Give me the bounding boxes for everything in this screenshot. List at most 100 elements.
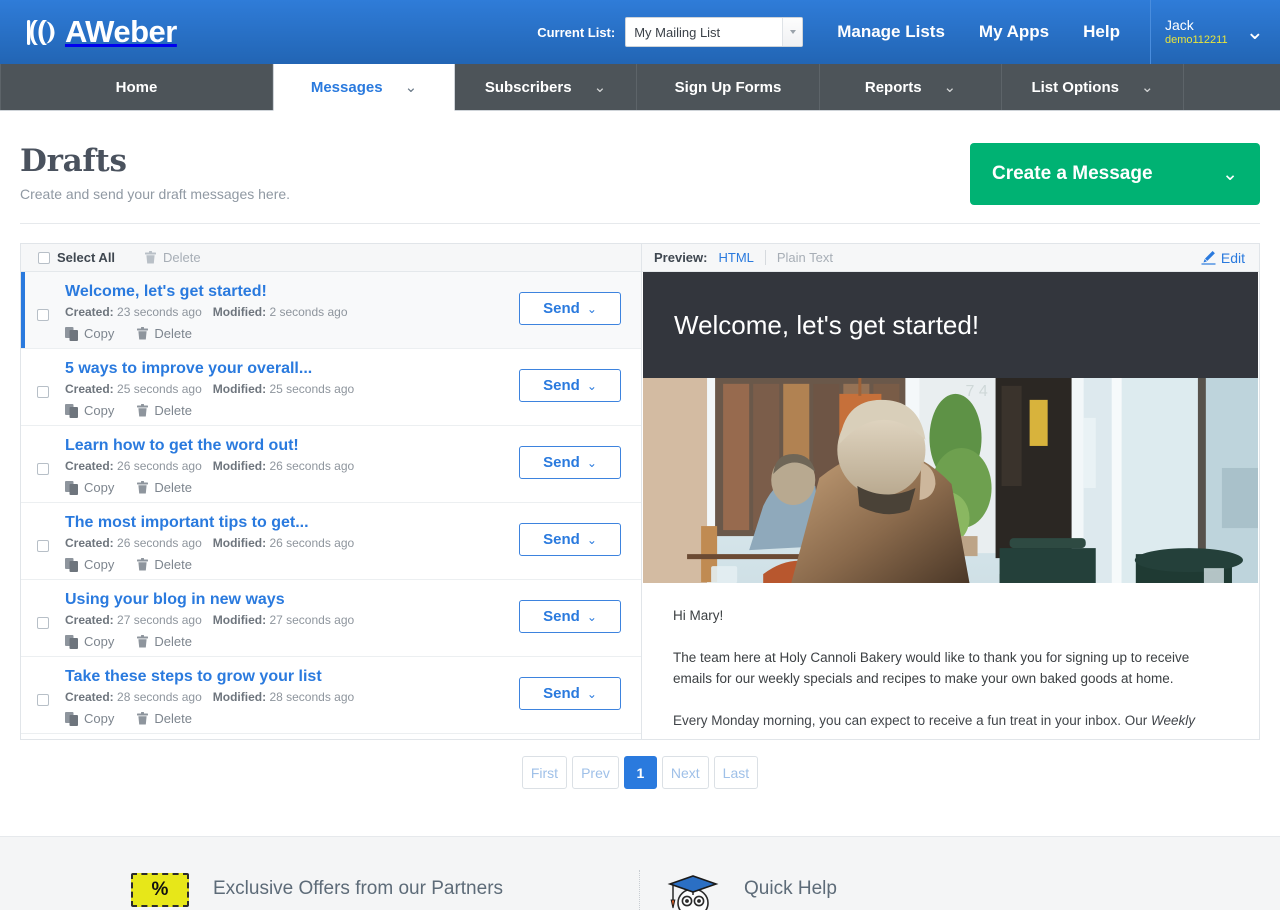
draft-copy-button[interactable]: Copy — [65, 711, 114, 726]
aweber-logo[interactable]: AWeber — [26, 14, 177, 50]
draft-select-checkbox[interactable] — [37, 617, 49, 629]
current-list-select[interactable]: My Mailing List — [625, 17, 804, 47]
page-subtitle: Create and send your draft messages here… — [20, 186, 291, 202]
header-link-manage-lists[interactable]: Manage Lists — [837, 22, 945, 42]
email-paragraph-thanks: The team here at Holy Cannoli Bakery wou… — [673, 650, 1190, 686]
draft-delete-button[interactable]: Delete — [137, 403, 192, 418]
draft-send-button[interactable]: Send ⌄ — [519, 292, 621, 325]
created-label: Created: — [65, 382, 114, 396]
graduation-cap-owl-icon — [667, 875, 719, 910]
trash-icon — [137, 481, 149, 494]
pagination-button-last: Last — [713, 756, 759, 789]
trash-icon — [137, 635, 149, 648]
draft-select-checkbox[interactable] — [37, 463, 49, 475]
copy-icon — [65, 326, 78, 341]
draft-copy-button[interactable]: Copy — [65, 634, 114, 649]
header-link-help[interactable]: Help — [1083, 22, 1120, 42]
draft-send-button[interactable]: Send ⌄ — [519, 600, 621, 633]
draft-title-link[interactable]: 5 ways to improve your overall... — [65, 358, 513, 379]
nav-item-sign-up-forms[interactable]: Sign Up Forms — [637, 64, 820, 110]
draft-send-button[interactable]: Send ⌄ — [519, 369, 621, 402]
draft-row[interactable]: Using your blog in new ways Created: 27 s… — [21, 580, 641, 657]
draft-delete-label: Delete — [154, 634, 192, 649]
draft-send-label: Send — [543, 531, 580, 548]
draft-row-checkbox-cell — [21, 589, 65, 629]
draft-delete-button[interactable]: Delete — [137, 557, 192, 572]
trash-icon — [145, 251, 157, 264]
draft-select-checkbox[interactable] — [37, 309, 49, 321]
draft-row-actions: Copy Delete — [65, 557, 513, 572]
current-list-label: Current List: — [537, 24, 616, 40]
created-label: Created: — [65, 536, 114, 550]
preview-tab-plain-text[interactable]: Plain Text — [777, 250, 833, 265]
draft-send-button[interactable]: Send ⌄ — [519, 523, 621, 556]
draft-row[interactable]: The most important tips to get... Created… — [21, 503, 641, 580]
user-account-menu[interactable]: Jack demo112211 ⌄ — [1149, 0, 1280, 64]
bulk-delete-button[interactable]: Delete — [145, 250, 201, 265]
pencil-icon — [1201, 251, 1216, 265]
draft-row[interactable]: Welcome, let's get started! Created: 23 s… — [21, 272, 641, 349]
footer-quick-help[interactable]: Quick Help — [640, 870, 837, 910]
select-all-control[interactable]: Select All — [38, 250, 115, 265]
copy-icon — [65, 557, 78, 572]
draft-title-link[interactable]: The most important tips to get... — [65, 512, 513, 533]
draft-delete-label: Delete — [154, 326, 192, 341]
nav-item-messages[interactable]: Messages ⌄ — [273, 64, 455, 111]
created-label: Created: — [65, 613, 114, 627]
draft-row[interactable]: Learn how to get the word out! Created: 2… — [21, 426, 641, 503]
draft-copy-button[interactable]: Copy — [65, 403, 114, 418]
draft-row-meta: Created: 27 seconds ago Modified: 27 seco… — [65, 613, 513, 628]
draft-delete-label: Delete — [154, 557, 192, 572]
draft-copy-label: Copy — [84, 403, 115, 418]
nav-item-reports[interactable]: Reports ⌄ — [820, 64, 1002, 110]
draft-row[interactable]: Take these steps to grow your list Create… — [21, 657, 641, 734]
draft-copy-button[interactable]: Copy — [65, 326, 114, 341]
draft-delete-button[interactable]: Delete — [137, 326, 192, 341]
draft-row-main: Take these steps to grow your list Create… — [65, 666, 519, 726]
draft-send-button[interactable]: Send ⌄ — [519, 677, 621, 710]
draft-delete-button[interactable]: Delete — [137, 480, 192, 495]
draft-row-actions: Copy Delete — [65, 480, 513, 495]
current-list-dropdown-button[interactable] — [782, 18, 803, 46]
chevron-down-icon: ⌄ — [593, 79, 607, 96]
draft-title-link[interactable]: Take these steps to grow your list — [65, 666, 513, 687]
select-all-label: Select All — [57, 250, 116, 265]
draft-row-checkbox-cell — [21, 281, 65, 321]
draft-send-button[interactable]: Send ⌄ — [519, 446, 621, 479]
draft-send-label: Send — [543, 377, 580, 394]
draft-copy-button[interactable]: Copy — [65, 557, 114, 572]
nav-item-list-options[interactable]: List Options ⌄ — [1002, 64, 1184, 110]
footer-exclusive-offers[interactable]: % Exclusive Offers from our Partners — [0, 870, 640, 910]
draft-select-checkbox[interactable] — [37, 386, 49, 398]
modified-value: 25 seconds ago — [269, 382, 355, 396]
drafts-list-toolbar: Select All Delete — [21, 244, 641, 272]
pagination: First Prev 1 Next Last — [0, 756, 1280, 789]
draft-title-link[interactable]: Using your blog in new ways — [65, 589, 513, 610]
preview-toolbar: Preview: HTML Plain Text Edit — [642, 244, 1259, 272]
user-account-id: demo112211 — [1164, 33, 1228, 46]
preview-tab-html[interactable]: HTML — [718, 250, 753, 265]
pagination-button-1[interactable]: 1 — [623, 756, 657, 789]
email-paragraph-weekly: Every Monday morning, you can expect to … — [673, 713, 1196, 728]
draft-title-link[interactable]: Welcome, let's get started! — [65, 281, 513, 302]
draft-title-link[interactable]: Learn how to get the word out! — [65, 435, 513, 456]
draft-copy-button[interactable]: Copy — [65, 480, 114, 495]
create-a-message-button[interactable]: Create a Message ⌄ — [970, 143, 1260, 205]
edit-message-button[interactable]: Edit — [1201, 250, 1245, 266]
draft-select-checkbox[interactable] — [37, 540, 49, 552]
create-message-wrapper: Create a Message ⌄ — [970, 143, 1260, 205]
email-paragraph-greeting: Hi Mary! — [673, 608, 724, 623]
select-all-checkbox[interactable] — [38, 251, 50, 264]
draft-delete-button[interactable]: Delete — [137, 634, 192, 649]
nav-item-subscribers[interactable]: Subscribers ⌄ — [455, 64, 637, 110]
nav-item-home[interactable]: Home — [0, 64, 273, 110]
draft-select-checkbox[interactable] — [37, 694, 49, 706]
draft-row[interactable]: 5 ways to improve your overall... Created… — [21, 349, 641, 426]
draft-row-checkbox-cell — [21, 435, 65, 475]
draft-row-main: Learn how to get the word out! Created: 2… — [65, 435, 519, 495]
header-link-my-apps[interactable]: My Apps — [979, 22, 1049, 42]
draft-send-label: Send — [543, 608, 580, 625]
draft-copy-label: Copy — [84, 480, 115, 495]
draft-row-main: Using your blog in new ways Created: 27 s… — [65, 589, 519, 649]
draft-delete-button[interactable]: Delete — [137, 711, 192, 726]
